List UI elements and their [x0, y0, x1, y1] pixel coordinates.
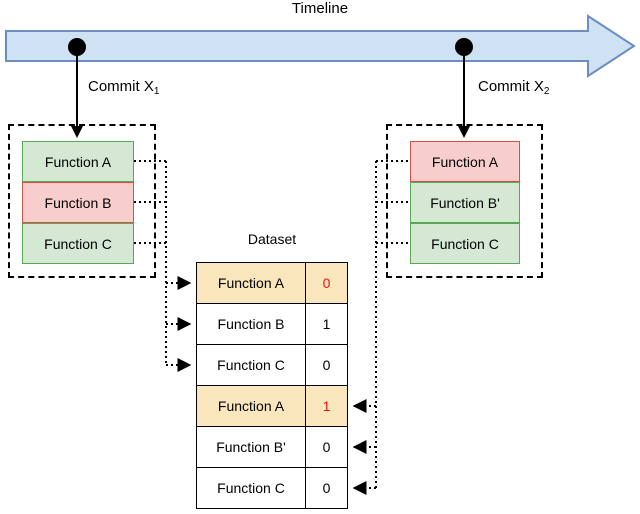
diagram-canvas: Timeline Commit X1 Commit X2 Function A …: [0, 0, 640, 514]
commit-x2-function-a[interactable]: Function A: [410, 141, 520, 182]
dataset-row-6-name-text: Function C: [217, 480, 285, 496]
dataset-row-3-value[interactable]: 0: [305, 344, 348, 386]
dataset-row-5-value-text: 0: [322, 439, 331, 455]
commit-x2-function-b-label: Function B': [430, 194, 500, 211]
commit-x1-label-sub: 1: [153, 86, 160, 97]
dataset-row-5-name[interactable]: Function B': [196, 426, 306, 468]
dataset-row-6-value[interactable]: 0: [305, 467, 348, 509]
commit-x1-label: Commit X1: [88, 78, 160, 97]
dataset-row-4-name-text: Function A: [217, 398, 285, 414]
commit-x1-function-b-label: Function B: [44, 194, 112, 211]
dataset-row-2-name-text: Function B: [217, 316, 285, 332]
commit-x2-label-sub: 2: [543, 86, 550, 97]
commit-x2-function-c-label: Function C: [431, 235, 499, 252]
commit-x2-function-a-label: Function A: [431, 153, 499, 170]
commit-x1-function-c[interactable]: Function C: [22, 223, 134, 264]
commit-x1-label-text: Commit X: [88, 78, 154, 95]
dataset-row-3-value-text: 0: [322, 357, 331, 373]
dataset-row-3-name[interactable]: Function C: [196, 344, 306, 386]
dataset-row-4-name[interactable]: Function A: [196, 385, 306, 427]
dataset-row-1-value[interactable]: 0: [305, 262, 348, 304]
dataset-row-6-value-text: 0: [322, 480, 331, 496]
commit-x1-function-c-label: Function C: [44, 235, 112, 252]
commit-x2-label-text: Commit X: [478, 78, 544, 95]
dataset-row-4-value[interactable]: 1: [305, 385, 348, 427]
commit-x1-function-a-label: Function A: [44, 153, 112, 170]
dataset-row-3-name-text: Function C: [217, 357, 285, 373]
dataset-row-5-name-text: Function B': [216, 439, 286, 455]
commit-x1-function-b[interactable]: Function B: [22, 182, 134, 223]
dataset-row-2-name[interactable]: Function B: [196, 303, 306, 345]
dataset-row-4-value-text: 1: [322, 398, 331, 414]
dataset-row-2-value-text: 1: [322, 316, 331, 332]
timeline-title: Timeline: [291, 0, 349, 17]
dataset-title: Dataset: [247, 231, 297, 247]
commit-x2-label: Commit X2: [478, 78, 550, 97]
dataset-row-1-name[interactable]: Function A: [196, 262, 306, 304]
commit-x1-function-a[interactable]: Function A: [22, 141, 134, 182]
dataset-row-6-name[interactable]: Function C: [196, 467, 306, 509]
dataset-row-5-value[interactable]: 0: [305, 426, 348, 468]
dataset-row-1-name-text: Function A: [217, 275, 285, 291]
commit-x2-function-b[interactable]: Function B': [410, 182, 520, 223]
commit-x2-function-c[interactable]: Function C: [410, 223, 520, 264]
dataset-row-1-value-text: 0: [322, 275, 331, 291]
dataset-row-2-value[interactable]: 1: [305, 303, 348, 345]
